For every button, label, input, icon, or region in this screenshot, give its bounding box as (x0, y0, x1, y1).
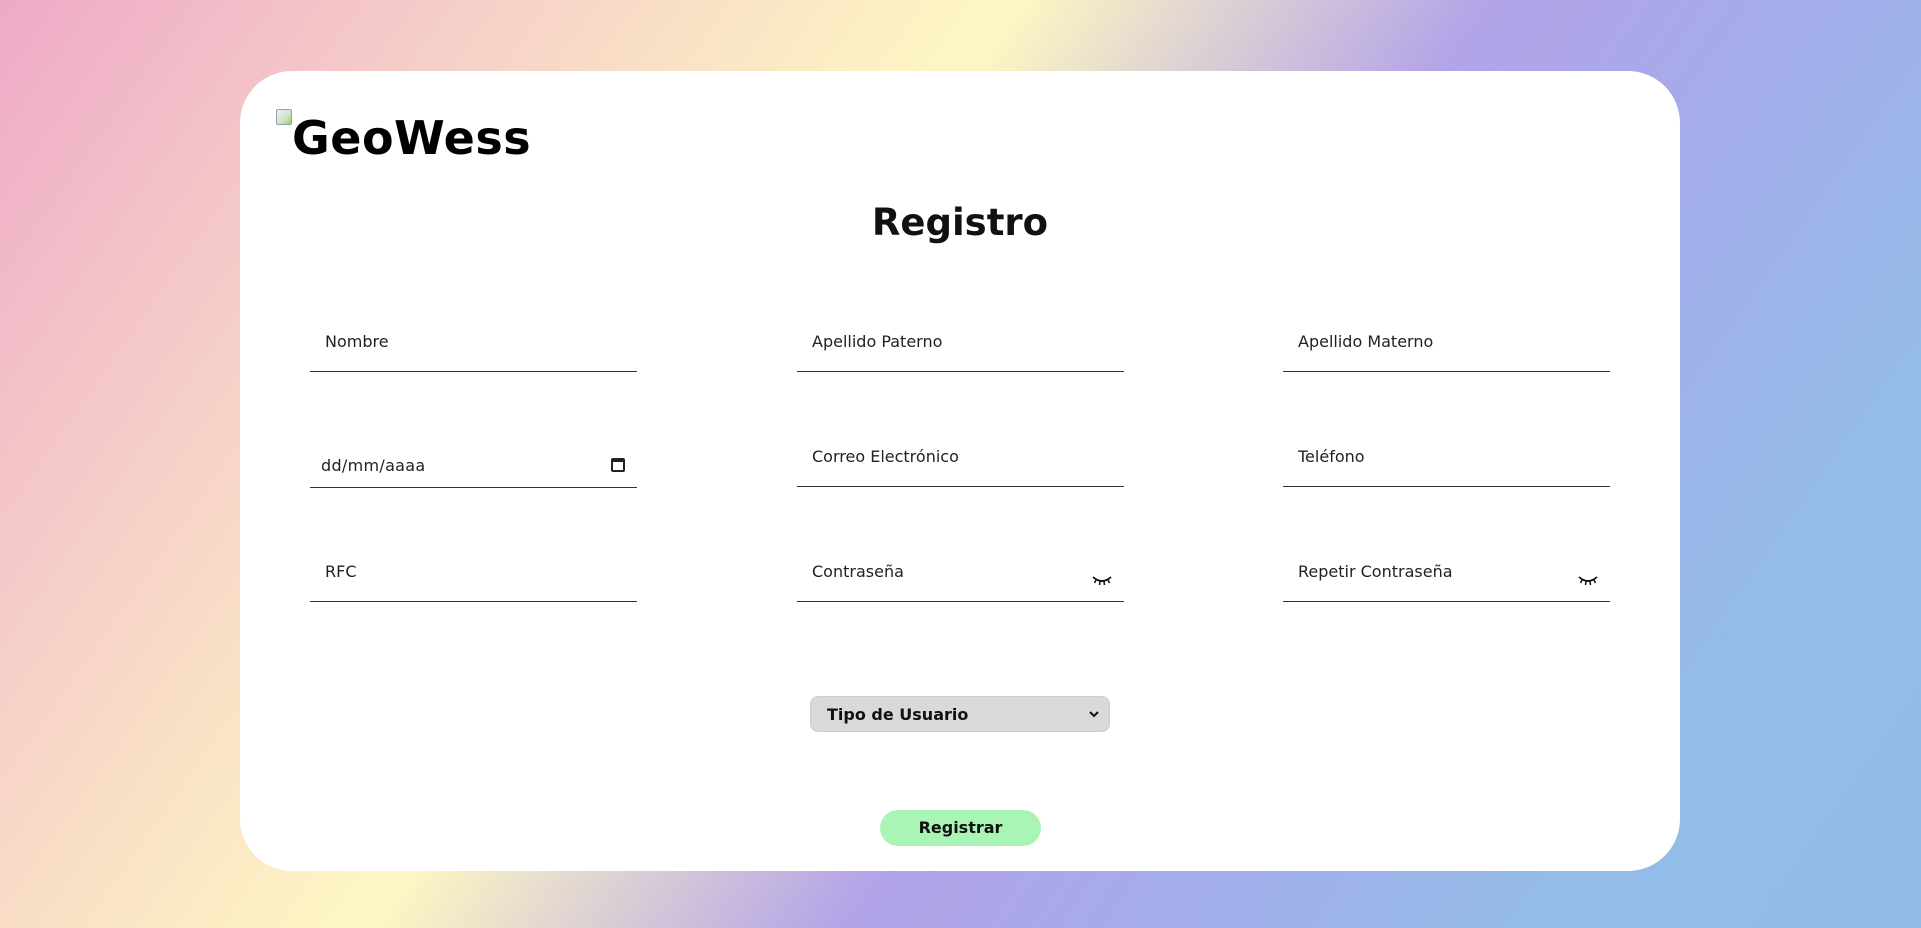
date-placeholder: dd/mm/aaaa (321, 456, 426, 475)
telefono-field[interactable]: Teléfono (1283, 427, 1610, 487)
logo: GeoWess (276, 107, 531, 161)
apellido-materno-placeholder: Apellido Materno (1298, 332, 1434, 351)
tipo-usuario-select[interactable]: Tipo de Usuario (810, 696, 1110, 732)
registration-card: GeoWess Registro Nombre Apellido Paterno… (240, 71, 1680, 871)
apellido-paterno-placeholder: Apellido Paterno (812, 332, 943, 351)
rfc-field[interactable]: RFC (310, 542, 637, 602)
correo-placeholder: Correo Electrónico (812, 447, 959, 466)
repetir-contrasena-field[interactable]: Repetir Contraseña (1283, 542, 1610, 602)
correo-field[interactable]: Correo Electrónico (797, 427, 1124, 487)
nombre-field[interactable]: Nombre (310, 312, 637, 372)
fecha-nacimiento-field[interactable]: dd/mm/aaaa (310, 428, 637, 488)
calendar-icon[interactable] (611, 458, 625, 472)
contrasena-placeholder: Contraseña (812, 562, 904, 581)
broken-image-icon (276, 109, 292, 125)
repetir-contrasena-placeholder: Repetir Contraseña (1298, 562, 1453, 581)
tipo-usuario-selected: Tipo de Usuario (827, 705, 969, 724)
contrasena-field[interactable]: Contraseña (797, 542, 1124, 602)
page-title: Registro (871, 201, 1049, 244)
nombre-placeholder: Nombre (325, 332, 389, 351)
apellido-paterno-field[interactable]: Apellido Paterno (797, 312, 1124, 372)
registrar-button[interactable]: Registrar (880, 810, 1041, 846)
apellido-materno-field[interactable]: Apellido Materno (1283, 312, 1610, 372)
chevron-down-icon (1089, 711, 1099, 718)
eye-closed-icon[interactable] (1092, 574, 1112, 586)
rfc-placeholder: RFC (325, 562, 357, 581)
telefono-placeholder: Teléfono (1298, 447, 1365, 466)
eye-closed-icon[interactable] (1578, 574, 1598, 586)
logo-text: GeoWess (292, 111, 532, 165)
